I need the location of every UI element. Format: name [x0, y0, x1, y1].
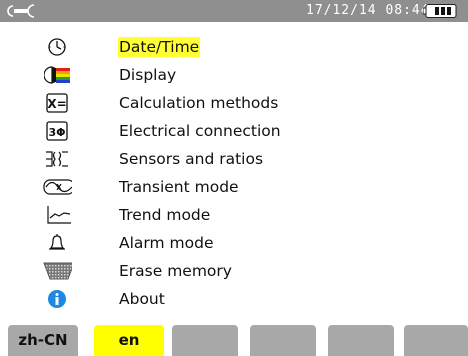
- softkey-5[interactable]: [328, 325, 394, 356]
- menu-item-about[interactable]: About: [0, 286, 468, 314]
- calculation-icon: X=: [46, 93, 68, 113]
- softkey-3[interactable]: [172, 325, 238, 356]
- bell-icon: [49, 234, 65, 250]
- info-icon: [48, 290, 66, 308]
- softkey-label: zh-CN: [18, 331, 68, 349]
- clock-icon: [48, 38, 66, 56]
- sensors-icon: [46, 151, 68, 167]
- softkey-label: en: [118, 331, 140, 349]
- svg-text:X=: X=: [47, 97, 66, 111]
- menu-item-transient-mode[interactable]: Transient mode: [0, 174, 468, 202]
- softkey-6[interactable]: [404, 325, 468, 356]
- menu-item-label: Transient mode: [119, 178, 239, 196]
- softkey-en[interactable]: en: [94, 325, 164, 356]
- menu-item-label: Date/Time: [118, 37, 201, 57]
- menu-item-label: About: [119, 290, 165, 308]
- menu-item-label: Erase memory: [119, 262, 232, 280]
- transient-icon: [43, 179, 72, 195]
- svg-text:3Φ: 3Φ: [48, 126, 65, 139]
- menu-item-label: Alarm mode: [119, 234, 214, 252]
- menu-item-label: Calculation methods: [119, 94, 279, 112]
- softkey-zh-cn[interactable]: zh-CN: [8, 325, 78, 356]
- menu-item-calculation-methods[interactable]: X= Calculation methods: [0, 90, 468, 118]
- menu-item-label: Display: [119, 66, 177, 84]
- menu-item-electrical-connection[interactable]: 3Φ Electrical connection: [0, 118, 468, 146]
- settings-wrench-icon: [7, 4, 35, 18]
- softkey-bar: zh-CN en: [0, 325, 468, 356]
- erase-icon: [43, 262, 72, 280]
- menu-item-alarm-mode[interactable]: Alarm mode: [0, 230, 468, 258]
- three-phase-icon: 3Φ: [46, 121, 68, 141]
- battery-icon: [423, 4, 457, 18]
- device-screen: 17/12/14 08:44 Date/Time Display X= Calc…: [0, 0, 468, 356]
- trend-icon: [47, 206, 71, 224]
- softkey-4[interactable]: [250, 325, 316, 356]
- menu-item-label: Electrical connection: [119, 122, 281, 140]
- menu-item-erase-memory[interactable]: Erase memory: [0, 258, 468, 286]
- status-datetime: 17/12/14 08:44: [306, 3, 430, 18]
- menu-item-sensors-and-ratios[interactable]: Sensors and ratios: [0, 146, 468, 174]
- menu-item-trend-mode[interactable]: Trend mode: [0, 202, 468, 230]
- menu-item-label: Trend mode: [119, 206, 211, 224]
- menu-item-date-time[interactable]: Date/Time: [0, 34, 468, 62]
- display-icon: [44, 66, 70, 84]
- menu-item-display[interactable]: Display: [0, 62, 468, 90]
- status-bar: 17/12/14 08:44: [0, 0, 468, 22]
- menu-item-label: Sensors and ratios: [119, 150, 264, 168]
